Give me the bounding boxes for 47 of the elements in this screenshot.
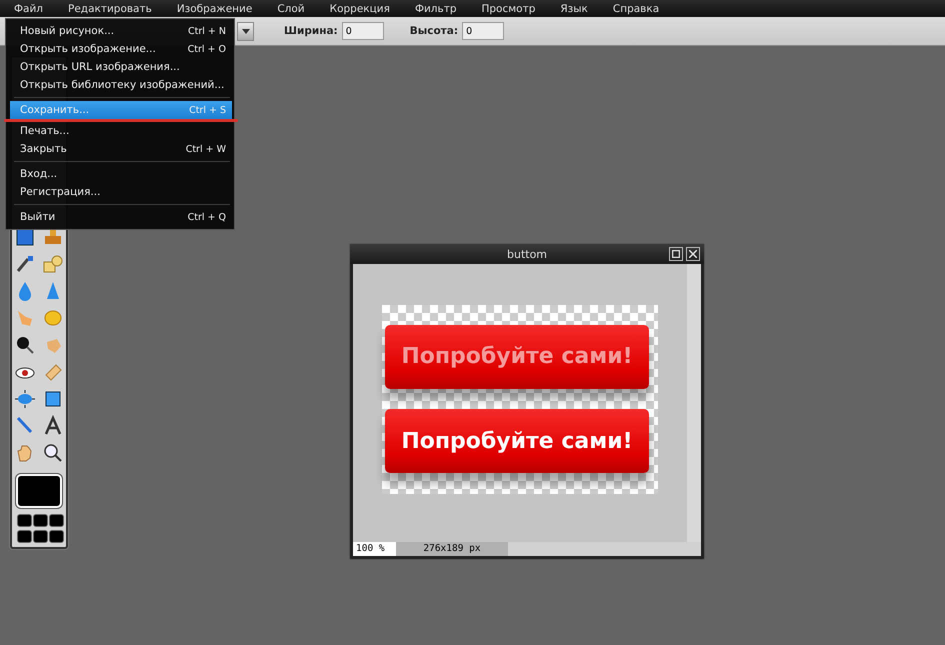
field-label: Ширина: [284, 25, 338, 37]
color-slot[interactable] [32, 514, 48, 527]
maximize-icon [672, 250, 680, 258]
field-label: Высота: [410, 25, 458, 37]
menu-option[interactable]: Открыть библиотеку изображений... [10, 76, 232, 94]
input-field[interactable]: 0 [462, 22, 504, 40]
menu-option[interactable]: Печать... [10, 122, 232, 140]
menu-option[interactable]: Открыть URL изображения... [10, 58, 232, 76]
close-icon [689, 250, 697, 258]
color-swatch[interactable] [16, 474, 62, 508]
tool-button[interactable] [14, 387, 36, 410]
banner-graphic: Попробуйте сами! [385, 324, 649, 389]
menu-item[interactable]: Слой [277, 2, 316, 14]
letter-a-icon [42, 414, 64, 436]
banner-graphic: Попробуйте сами! [385, 409, 649, 474]
ellipse-icon [14, 388, 36, 410]
maximize-button[interactable] [669, 247, 683, 261]
color-slot[interactable] [48, 514, 64, 527]
menu-option[interactable]: Выйти Ctrl + Q [10, 208, 232, 226]
dropdown-button[interactable] [237, 22, 254, 40]
zoom-field[interactable]: 100 % [353, 542, 396, 556]
menu-option[interactable]: Закрыть Ctrl + W [10, 140, 232, 158]
color-slot[interactable] [48, 530, 64, 543]
color-slot[interactable] [16, 514, 32, 527]
menu-option[interactable]: Регистрация... [10, 183, 232, 201]
menu-item[interactable]: Редактировать [68, 2, 163, 14]
color-slot[interactable] [32, 530, 48, 543]
menu-item[interactable]: Язык [560, 2, 599, 14]
menu-item[interactable]: Просмотр [481, 2, 546, 14]
menu-item[interactable]: Фильтр [414, 2, 468, 14]
menu-option[interactable]: Новый рисунок... Ctrl + N [10, 22, 232, 40]
shapes-icon [42, 252, 64, 274]
color-slot[interactable] [16, 530, 32, 543]
search-icon [42, 442, 64, 464]
caret-icon [242, 28, 250, 34]
image-size: 276x189 px [396, 542, 508, 556]
menu-item[interactable]: Файл [14, 2, 54, 14]
input-field[interactable]: 0 [342, 22, 384, 40]
scrollbar[interactable] [687, 264, 701, 542]
menu-option[interactable]: Вход... [10, 165, 232, 183]
window-title: buttom [506, 248, 548, 260]
menu-item[interactable]: Коррекция [330, 2, 401, 14]
close-button[interactable] [686, 247, 700, 261]
menu-option[interactable]: Открыть изображение... Ctrl + O [10, 40, 232, 58]
menu-item[interactable]: Изображение [176, 2, 264, 14]
menu-item[interactable]: Справка [612, 2, 670, 14]
tool-button[interactable] [42, 414, 64, 437]
